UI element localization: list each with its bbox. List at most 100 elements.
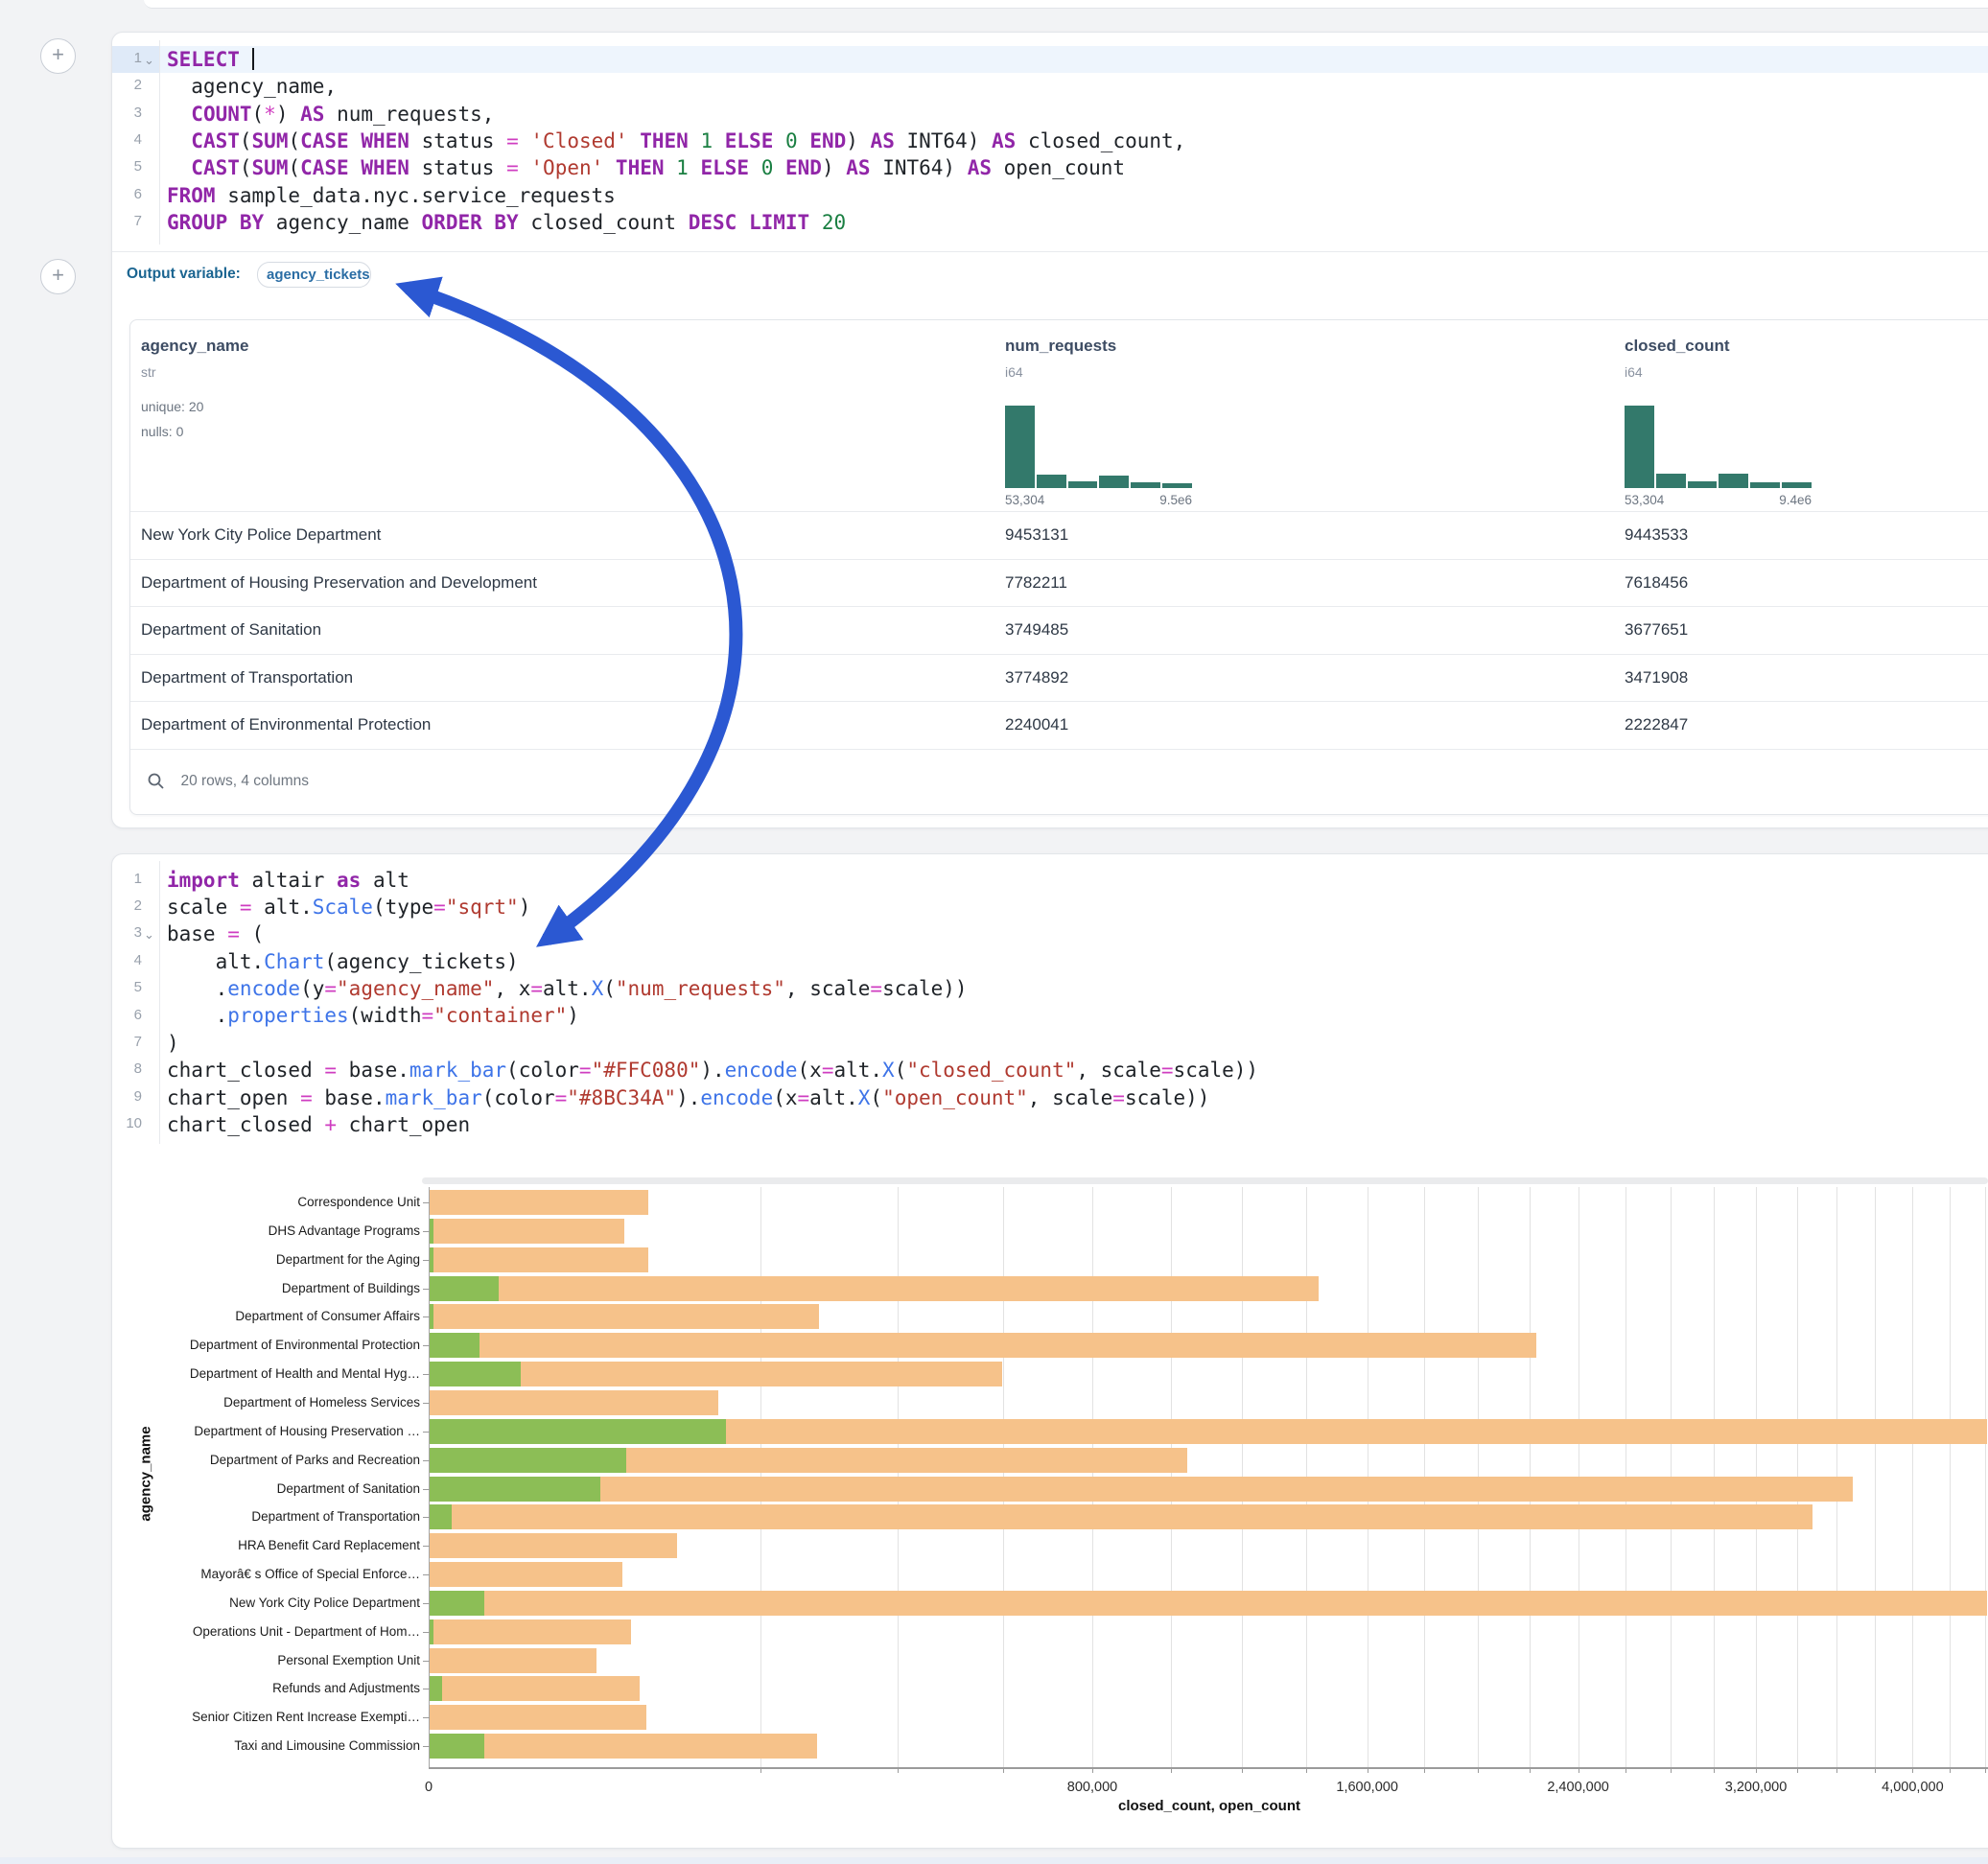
- column-header[interactable]: num_requests: [1005, 337, 1116, 356]
- y-axis-label: Department of Housing Preservation …: [125, 1424, 420, 1438]
- y-axis-tick: [423, 1661, 430, 1662]
- y-axis-label: Department of Transportation: [125, 1509, 420, 1524]
- add-cell-button-middle[interactable]: +: [40, 259, 76, 294]
- line-number: 4: [105, 131, 142, 148]
- notebook-page: + + 1234567 SELECT agency_name, COUNT(*)…: [0, 0, 1988, 1864]
- x-axis-label: 0: [362, 1780, 496, 1795]
- fold-chevron-icon[interactable]: ⌄: [144, 53, 154, 68]
- sql-gutter-separator: [159, 40, 160, 245]
- output-variable-pill[interactable]: agency_tickets: [257, 262, 371, 288]
- x-axis-label: 4,000,000: [1845, 1780, 1979, 1795]
- bar-closed-count: [430, 1477, 1853, 1502]
- search-icon[interactable]: [146, 771, 167, 792]
- line-number: 7: [105, 1034, 142, 1050]
- output-variable-label: Output variable:: [127, 266, 241, 283]
- x-axis-label: 800,000: [1025, 1780, 1159, 1795]
- line-number: 3: [105, 105, 142, 121]
- python-gutter-separator: [159, 861, 160, 1144]
- bar-open-count: [430, 1676, 442, 1701]
- table-footer: 20 rows, 4 columns: [146, 771, 309, 794]
- cell-value: 3774892: [1005, 668, 1068, 687]
- y-axis-label: Taxi and Limousine Commission: [125, 1738, 420, 1753]
- x-axis-label: 2,400,000: [1511, 1780, 1646, 1795]
- y-axis-tick: [423, 1289, 430, 1290]
- y-axis-tick: [423, 1717, 430, 1718]
- cell-value: 2240041: [1005, 715, 1068, 734]
- add-cell-button-top[interactable]: +: [40, 38, 76, 74]
- bar-closed-count: [430, 1219, 624, 1244]
- dataframe-table: [129, 319, 1988, 815]
- code-line: GROUP BY agency_name ORDER BY closed_cou…: [167, 209, 1185, 236]
- y-axis-tick: [423, 1231, 430, 1232]
- fold-chevron-icon[interactable]: ⌄: [144, 927, 154, 943]
- bar-closed-count: [430, 1676, 640, 1701]
- bar-closed-count: [430, 1276, 1319, 1301]
- sql-code-editor[interactable]: SELECT agency_name, COUNT(*) AS num_requ…: [167, 46, 1185, 237]
- bar-closed-count: [430, 1562, 622, 1587]
- column-histogram: [1625, 406, 1812, 488]
- histogram-bar: [1750, 482, 1780, 488]
- bar-open-count: [430, 1619, 433, 1644]
- y-axis-tick: [423, 1403, 430, 1404]
- x-axis-title: closed_count, open_count: [1118, 1798, 1300, 1814]
- y-axis-tick: [423, 1603, 430, 1604]
- cell-value: 3749485: [1005, 620, 1068, 640]
- y-axis-label: New York City Police Department: [125, 1596, 420, 1610]
- row-separator: [130, 606, 1988, 607]
- bar-closed-count: [430, 1591, 1987, 1616]
- histogram-min: 53,304: [1625, 493, 1664, 507]
- x-axis-label: 3,200,000: [1689, 1780, 1823, 1795]
- column-header[interactable]: closed_count: [1625, 337, 1730, 356]
- output-row-divider: [112, 251, 1988, 252]
- y-axis-label: Department of Buildings: [125, 1281, 420, 1295]
- line-number: 2: [105, 77, 142, 93]
- histogram-bar: [1005, 406, 1035, 488]
- y-axis-label: Department of Consumer Affairs: [125, 1309, 420, 1323]
- bar-closed-count: [430, 1705, 646, 1730]
- y-axis-tick: [423, 1260, 430, 1261]
- column-header[interactable]: agency_name: [141, 337, 248, 356]
- y-axis-label: Department of Health and Mental Hyg…: [125, 1366, 420, 1381]
- bar-closed-count: [430, 1247, 648, 1272]
- bar-closed-count: [430, 1504, 1813, 1529]
- y-axis-label: Operations Unit - Department of Hom…: [125, 1624, 420, 1639]
- bar-closed-count: [430, 1190, 648, 1215]
- table-row-count: 20 rows, 4 columns: [180, 773, 309, 789]
- chart-scrollbar[interactable]: [422, 1177, 1988, 1184]
- y-axis-tick: [423, 1632, 430, 1633]
- column-type: i64: [1625, 364, 1643, 380]
- code-line: COUNT(*) AS num_requests,: [167, 101, 1185, 128]
- bar-open-count: [430, 1219, 433, 1244]
- y-axis-label: Department of Sanitation: [125, 1481, 420, 1496]
- y-axis-tick: [423, 1374, 430, 1375]
- y-axis-label: Correspondence Unit: [125, 1195, 420, 1209]
- line-number: 10: [105, 1115, 142, 1131]
- code-line: chart_closed = base.mark_bar(color="#FFC…: [167, 1057, 1258, 1083]
- code-line: alt.Chart(agency_tickets): [167, 948, 1258, 975]
- x-axis-line: [429, 1767, 1988, 1769]
- bar-closed-count: [430, 1390, 718, 1415]
- row-separator: [130, 654, 1988, 655]
- bar-closed-count: [430, 1533, 677, 1558]
- code-line: agency_name,: [167, 73, 1185, 100]
- cell-value: 3677651: [1625, 620, 1688, 640]
- y-axis-label: HRA Benefit Card Replacement: [125, 1538, 420, 1552]
- line-number: 9: [105, 1088, 142, 1105]
- y-axis-tick: [423, 1489, 430, 1490]
- line-number: 5: [105, 158, 142, 175]
- line-number: 4: [105, 952, 142, 968]
- line-number: 7: [105, 213, 142, 229]
- cell-agency-name: Department of Transportation: [141, 668, 353, 687]
- y-axis-title: agency_name: [138, 1426, 154, 1521]
- gridline: [1985, 1187, 1986, 1767]
- histogram-bar: [1037, 475, 1066, 488]
- histogram-bar: [1162, 483, 1192, 488]
- bar-open-count: [430, 1247, 433, 1272]
- y-axis-label: Department of Homeless Services: [125, 1395, 420, 1410]
- bar-open-count: [430, 1477, 600, 1502]
- bar-closed-count: [430, 1648, 596, 1673]
- histogram-bar: [1719, 474, 1748, 488]
- cell-value: 7618456: [1625, 573, 1688, 593]
- next-cell-edge: [0, 1857, 1988, 1864]
- python-code-editor[interactable]: import altair as altscale = alt.Scale(ty…: [167, 867, 1258, 1139]
